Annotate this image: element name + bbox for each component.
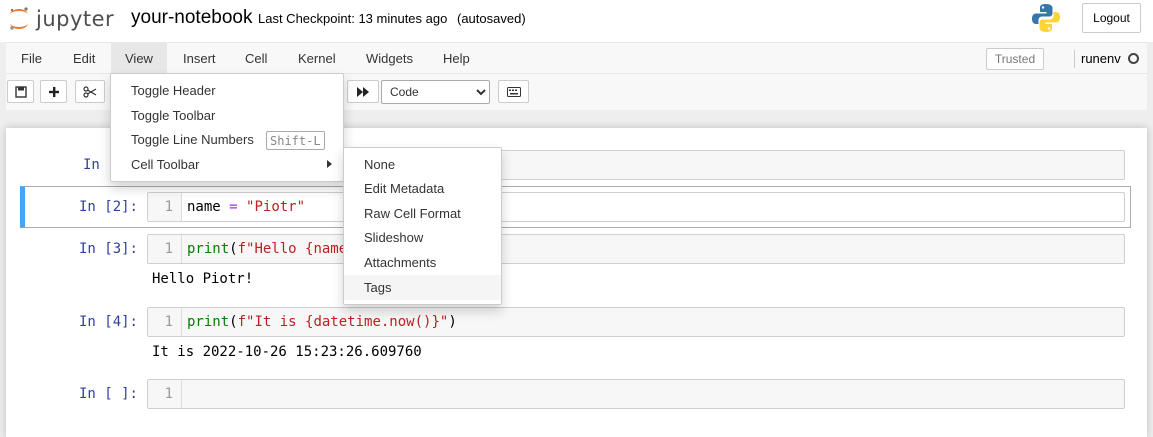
- submenu-attachments[interactable]: Attachments: [344, 250, 501, 275]
- menu-file[interactable]: File: [21, 43, 42, 74]
- menu-help[interactable]: Help: [443, 43, 470, 74]
- cell-code: name = "Piotr": [187, 199, 305, 215]
- code-cell[interactable]: In [3]: 1 print(f"Hello {name Hello Piot…: [20, 234, 1131, 294]
- line-number: 1: [148, 235, 182, 263]
- cell-type-select[interactable]: Code: [381, 80, 490, 104]
- submenu-raw-cell-format[interactable]: Raw Cell Format: [344, 201, 501, 226]
- run-all-button[interactable]: [347, 80, 379, 103]
- submenu-none[interactable]: None: [344, 152, 501, 177]
- cell-code: print(f"Hello {name: [187, 241, 347, 257]
- menu-kernel[interactable]: Kernel: [298, 43, 336, 74]
- menu-toggle-line-numbers[interactable]: Toggle Line Numbers: [131, 132, 254, 147]
- save-icon: [14, 85, 27, 98]
- cell-output: Hello Piotr!: [152, 271, 254, 287]
- menu-toggle-header[interactable]: Toggle Header: [131, 83, 216, 98]
- submenu-slideshow[interactable]: Slideshow: [344, 225, 501, 250]
- submenu-edit-metadata[interactable]: Edit Metadata: [344, 176, 501, 201]
- kernel-separator: [1074, 50, 1075, 68]
- header: jupyter your-notebook Last Checkpoint: 1…: [0, 0, 1153, 42]
- keyboard-icon: [506, 86, 521, 97]
- kernel-idle-icon: [1128, 53, 1139, 64]
- cell-output: It is 2022-10-26 15:23:26.609760: [152, 344, 422, 360]
- code-text: print(f"Hello {name: [187, 241, 348, 257]
- code-cell[interactable]: In [2]: 1 name = "Piotr": [20, 192, 1131, 222]
- menu-widgets[interactable]: Widgets: [366, 43, 413, 74]
- autosave-status: (autosaved): [457, 11, 526, 26]
- plus-icon: [48, 86, 59, 97]
- cell-input[interactable]: 1 name = "Piotr": [147, 192, 1125, 222]
- notebook-name[interactable]: your-notebook: [131, 7, 252, 29]
- jupyter-icon: [10, 7, 28, 30]
- menubar: File Edit View Insert Cell Kernel Widget…: [6, 42, 1147, 74]
- cell-prompt: In [4]:: [78, 314, 138, 330]
- cell-input[interactable]: 1: [147, 379, 1125, 409]
- menu-insert[interactable]: Insert: [183, 43, 216, 74]
- jupyter-logo-text: jupyter: [36, 7, 115, 31]
- code-cell[interactable]: In [4]: 1 print(f"It is {datetime.now()}…: [20, 307, 1131, 367]
- submenu-tags[interactable]: Tags: [344, 275, 501, 300]
- cell-prompt: In [2]:: [78, 199, 138, 215]
- python-icon: [1032, 4, 1060, 32]
- fast-forward-icon: [357, 86, 369, 97]
- menu-toggle-toolbar[interactable]: Toggle Toolbar: [131, 108, 215, 123]
- cell-toolbar-submenu: None Edit Metadata Raw Cell Format Slide…: [343, 147, 502, 305]
- shortcut-badge: Shift-L: [266, 131, 325, 150]
- logout-button[interactable]: Logout: [1082, 3, 1141, 33]
- scissors-icon: [83, 85, 97, 98]
- menu-cell[interactable]: Cell: [245, 43, 267, 74]
- code-cell[interactable]: In [ ]: 1: [20, 379, 1131, 409]
- trusted-indicator[interactable]: Trusted: [986, 48, 1044, 70]
- cell-prompt: In [3]:: [78, 241, 138, 257]
- view-dropdown-menu: Toggle Header Toggle Toolbar Toggle Line…: [110, 73, 344, 182]
- cell-input[interactable]: 1 print(f"It is {datetime.now()}"): [147, 307, 1125, 337]
- cut-button[interactable]: [75, 80, 105, 103]
- insert-cell-button[interactable]: [40, 80, 67, 103]
- code-text: print(f"It is {datetime.now()}"): [187, 314, 457, 330]
- menu-view[interactable]: View: [111, 43, 167, 74]
- menu-cell-toolbar[interactable]: Cell Toolbar: [131, 157, 199, 172]
- line-number: 1: [148, 380, 182, 408]
- line-number: 1: [148, 308, 182, 336]
- cell-prompt: In [ ]:: [78, 386, 138, 402]
- code-text: name = "Piotr": [187, 199, 306, 215]
- caret-right-icon: [327, 160, 332, 168]
- cell-input[interactable]: 1 print(f"Hello {name: [147, 234, 1125, 264]
- save-button[interactable]: [7, 80, 34, 103]
- kernel-name[interactable]: runenv: [1081, 51, 1121, 66]
- line-number: 1: [148, 193, 182, 221]
- jupyter-logo[interactable]: jupyter: [8, 3, 118, 35]
- checkpoint-status: Last Checkpoint: 13 minutes ago: [258, 11, 448, 26]
- menu-edit[interactable]: Edit: [73, 43, 95, 74]
- command-palette-button[interactable]: [498, 80, 529, 103]
- cell-code: print(f"It is {datetime.now()}"): [187, 314, 457, 330]
